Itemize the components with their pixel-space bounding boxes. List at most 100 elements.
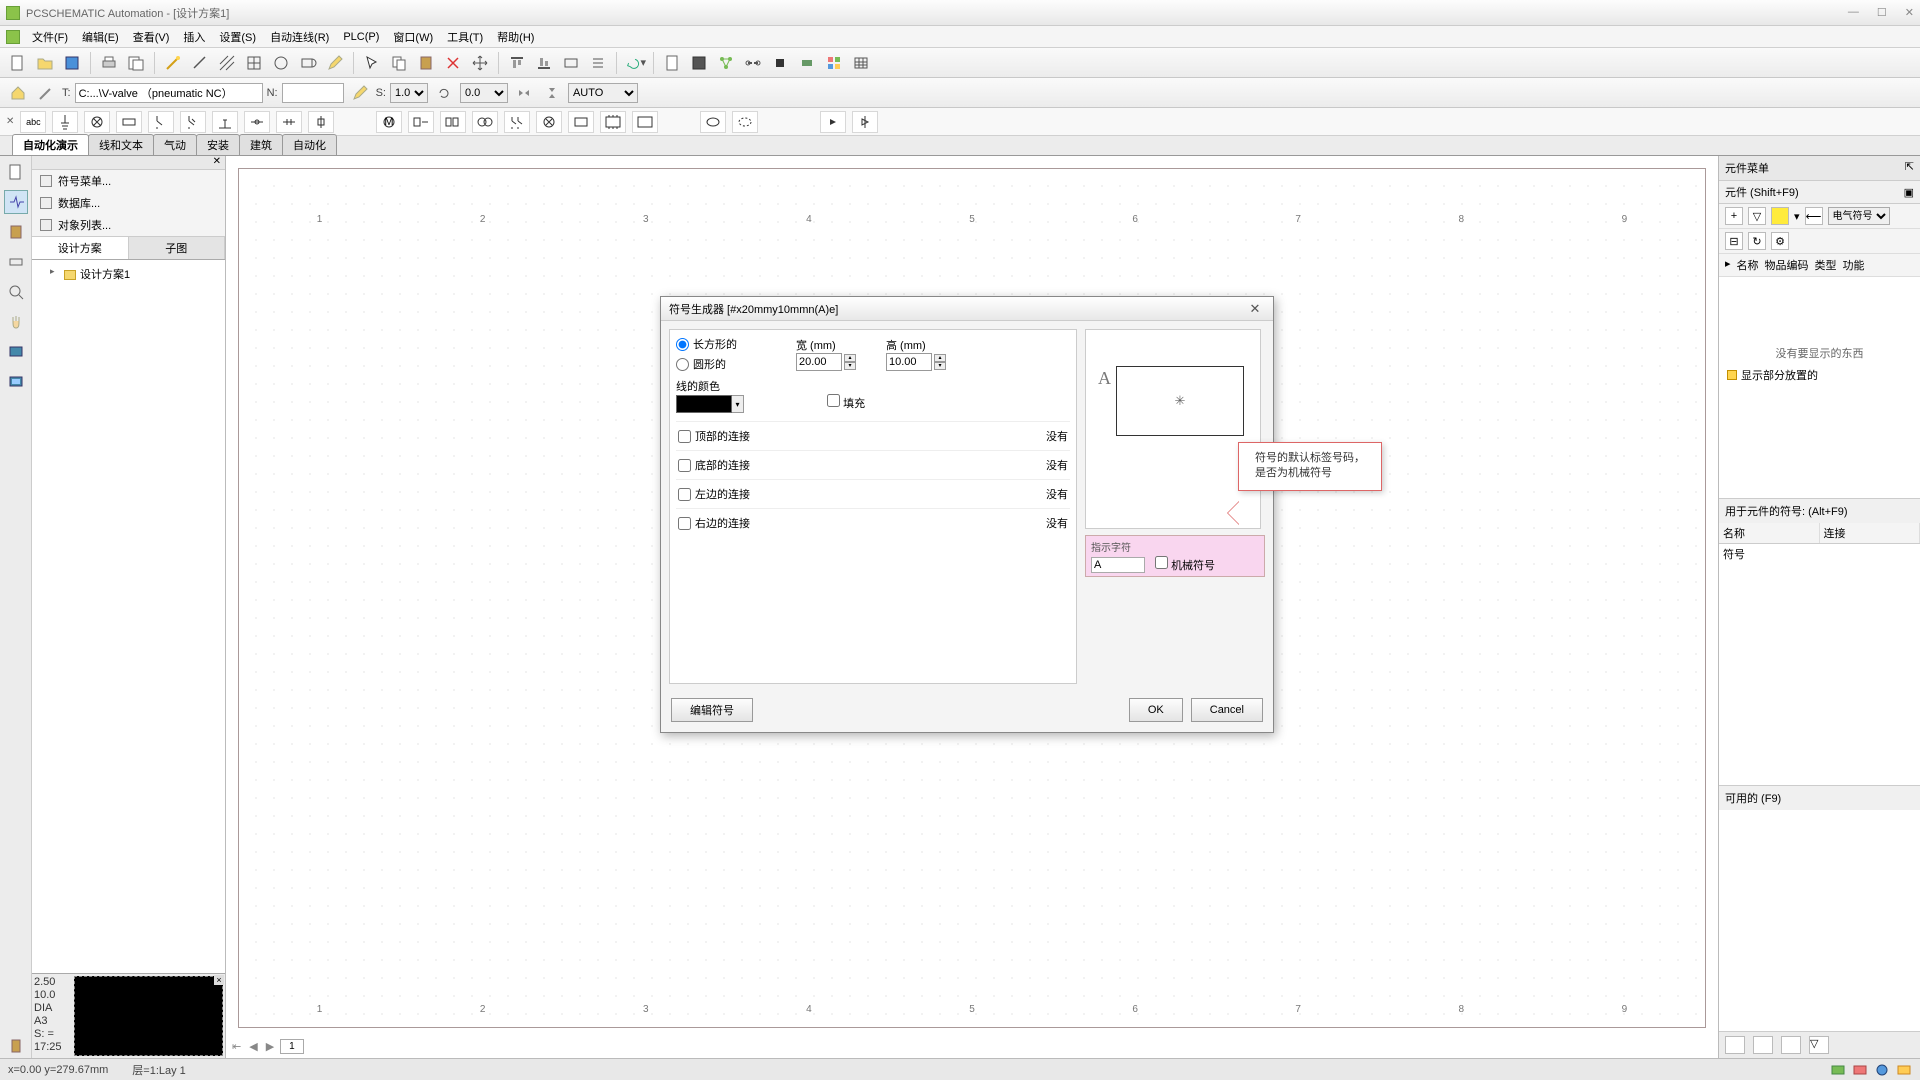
table-button[interactable] — [849, 51, 873, 75]
page-current[interactable]: 1 — [280, 1039, 304, 1054]
net-button[interactable] — [714, 51, 738, 75]
fill-checkbox[interactable]: 填充 — [827, 398, 865, 410]
align-bottom-button[interactable] — [532, 51, 556, 75]
sym-breaker[interactable] — [504, 111, 530, 133]
ok-button[interactable]: OK — [1129, 698, 1183, 722]
redraw-button[interactable] — [188, 51, 212, 75]
sym-contact-nc[interactable] — [180, 111, 206, 133]
sym-box[interactable] — [568, 111, 594, 133]
copy-button[interactable] — [387, 51, 411, 75]
sym-coil[interactable] — [116, 111, 142, 133]
conn-top-check[interactable]: 顶部的连接 — [678, 428, 750, 444]
tab-autodemo[interactable]: 自动化演示 — [12, 134, 89, 155]
color-dropdown[interactable]: ▾ — [732, 395, 744, 413]
open-button[interactable] — [33, 51, 57, 75]
tab-building[interactable]: 建筑 — [239, 134, 283, 155]
menu-help[interactable]: 帮助(H) — [491, 27, 540, 47]
cancel-button[interactable]: Cancel — [1191, 698, 1263, 722]
paste-button[interactable] — [414, 51, 438, 75]
close-button[interactable]: ✕ — [1905, 6, 1914, 19]
height-up[interactable]: ▴ — [934, 354, 946, 362]
rp-sub-toggle[interactable]: ▣ — [1904, 186, 1914, 199]
wand-button[interactable] — [161, 51, 185, 75]
rp-bt2[interactable] — [1753, 1036, 1773, 1054]
conn-left-check[interactable]: 左边的连接 — [678, 486, 750, 502]
pencil-button[interactable] — [323, 51, 347, 75]
sym-transformer[interactable] — [472, 111, 498, 133]
mirror-h-button[interactable] — [512, 81, 536, 105]
width-input[interactable] — [796, 353, 842, 371]
print-button[interactable] — [97, 51, 121, 75]
dialog-close-button[interactable]: ✕ — [1245, 301, 1265, 317]
tab-automation[interactable]: 自动化 — [282, 134, 337, 155]
rp-bt3[interactable] — [1781, 1036, 1801, 1054]
shape-round-radio[interactable]: 圆形的 — [676, 356, 786, 372]
rp-show-partial-check[interactable]: 显示部分放置的 — [1727, 367, 1912, 383]
sym-relay[interactable] — [408, 111, 434, 133]
status-icon3[interactable] — [1874, 1062, 1890, 1078]
s-select[interactable]: 1.0 — [390, 83, 428, 103]
left-tab-design[interactable]: 设计方案 — [32, 237, 129, 259]
n-input[interactable] — [282, 83, 344, 103]
menu-tools[interactable]: 工具(T) — [441, 27, 489, 47]
indicator-input[interactable] — [1091, 557, 1145, 573]
rect-arc-button[interactable] — [296, 51, 320, 75]
sym-ground[interactable] — [52, 111, 78, 133]
home-button[interactable] — [6, 81, 30, 105]
rp-add-icon[interactable]: + — [1725, 207, 1743, 225]
rp-category-select[interactable]: 电气符号 — [1828, 207, 1890, 225]
align-top-button[interactable] — [505, 51, 529, 75]
page-first[interactable]: ⇤ — [230, 1040, 243, 1053]
mechanical-checkbox[interactable]: 机械符号 — [1155, 556, 1215, 573]
sym-diode2[interactable] — [852, 111, 878, 133]
tab-pneumatic[interactable]: 气动 — [153, 134, 197, 155]
undo-button[interactable]: ▾ — [623, 51, 647, 75]
thumbnail-close[interactable]: × — [214, 975, 224, 985]
page-prev[interactable]: ◀ — [247, 1040, 259, 1053]
width-up[interactable]: ▴ — [844, 354, 856, 362]
project-tree[interactable]: 设计方案1 — [32, 260, 225, 973]
rp-highlight-icon[interactable] — [1771, 207, 1789, 225]
left-item-objectlist[interactable]: 对象列表... — [32, 214, 225, 236]
sym-lamp2[interactable] — [536, 111, 562, 133]
menu-settings[interactable]: 设置(S) — [213, 27, 262, 47]
sym-terminal2[interactable] — [276, 111, 302, 133]
minimize-button[interactable]: — — [1848, 6, 1859, 19]
grid-button[interactable] — [242, 51, 266, 75]
lt-door[interactable] — [4, 1034, 28, 1058]
rp-refresh-icon[interactable]: ↻ — [1748, 232, 1766, 250]
save2-button[interactable] — [687, 51, 711, 75]
shape-rect-radio[interactable]: 长方形的 — [676, 336, 786, 352]
lt-symbol[interactable] — [4, 190, 28, 214]
pencil2-button[interactable] — [348, 81, 372, 105]
t-input[interactable] — [75, 83, 263, 103]
rp-bt-filter[interactable]: ▽ — [1809, 1036, 1829, 1054]
tab-linetext[interactable]: 线和文本 — [88, 134, 154, 155]
sym-diode[interactable] — [820, 111, 846, 133]
mirror-v-button[interactable] — [540, 81, 564, 105]
menu-insert[interactable]: 插入 — [177, 27, 211, 47]
conn-bottom-check[interactable]: 底部的连接 — [678, 457, 750, 473]
edit-symbol-button[interactable]: 编辑符号 — [671, 698, 753, 722]
status-icon1[interactable] — [1830, 1062, 1846, 1078]
move-button[interactable] — [468, 51, 492, 75]
lt-screen[interactable] — [4, 340, 28, 364]
height-down[interactable]: ▾ — [934, 362, 946, 370]
left-tab-subpage[interactable]: 子图 — [129, 237, 226, 259]
color-swatch[interactable] — [676, 395, 732, 413]
cursor-button[interactable] — [360, 51, 384, 75]
rp-gear-icon[interactable]: ⚙ — [1771, 232, 1789, 250]
page-button[interactable] — [660, 51, 684, 75]
save-button[interactable] — [60, 51, 84, 75]
rp-bt1[interactable] — [1725, 1036, 1745, 1054]
lt-ref[interactable] — [4, 250, 28, 274]
sym-fuse[interactable] — [308, 111, 334, 133]
sym-switch[interactable] — [212, 111, 238, 133]
menu-view[interactable]: 查看(V) — [127, 27, 176, 47]
sym-ellipse[interactable] — [700, 111, 726, 133]
menu-window[interactable]: 窗口(W) — [387, 27, 439, 47]
rp-filter-icon[interactable]: ▽ — [1748, 207, 1766, 225]
cut-button[interactable] — [441, 51, 465, 75]
auto-select[interactable]: AUTO — [568, 83, 638, 103]
palette-x-icon[interactable]: ✕ — [6, 116, 14, 127]
